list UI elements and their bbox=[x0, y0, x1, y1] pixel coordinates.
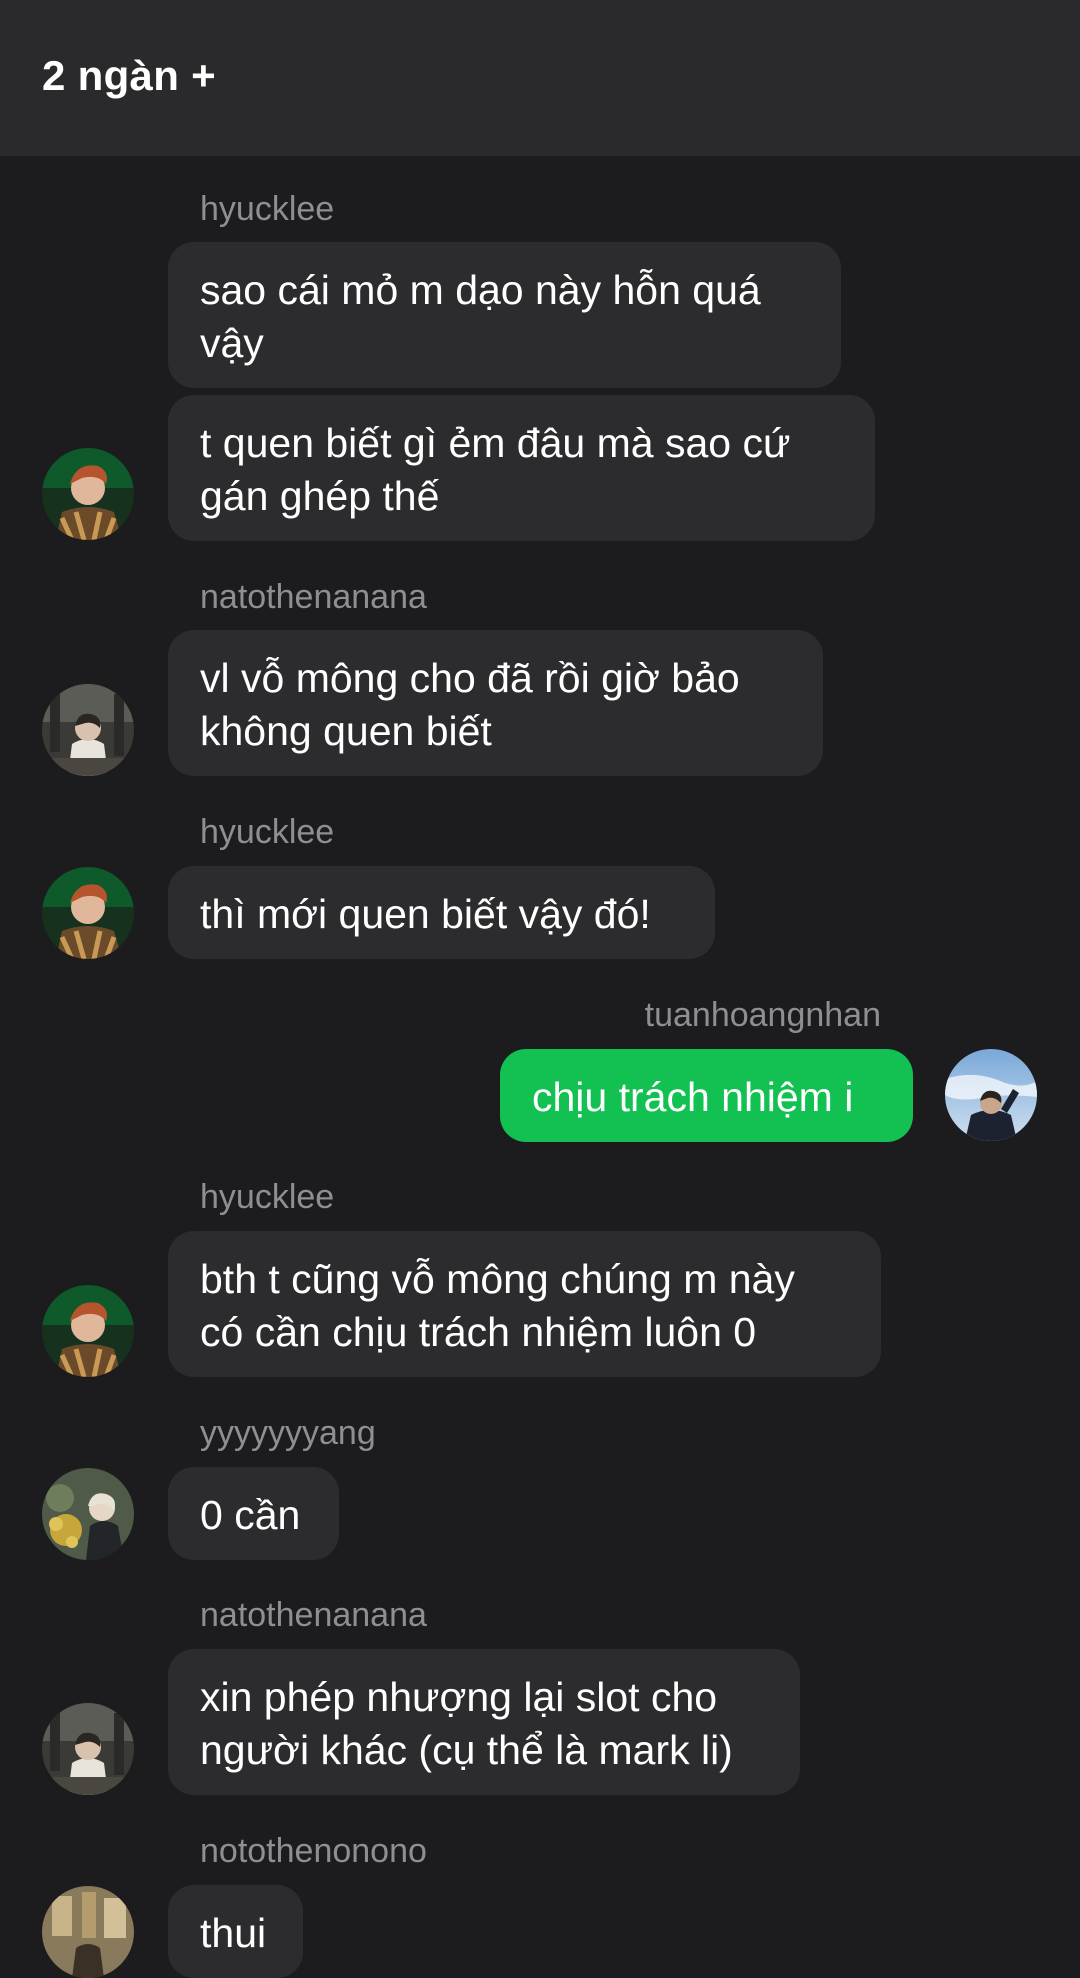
message-line: bth t cũng vỗ mông chúng m này bbox=[200, 1256, 795, 1302]
chat-header: 2 ngàn + bbox=[0, 0, 1080, 156]
message-line: vậy bbox=[200, 320, 264, 366]
message-line: xin phép nhượng lại slot cho bbox=[200, 1674, 718, 1720]
avatar-nototheno​nono[interactable] bbox=[42, 1886, 134, 1978]
avatar-yyyyyyyang[interactable] bbox=[42, 1468, 134, 1560]
message-line: sao cái mỏ m dạo này hỗn quá bbox=[200, 267, 761, 313]
message-line: chịu trách nhiệm i bbox=[532, 1074, 854, 1120]
avatar-hyucklee[interactable] bbox=[42, 1285, 134, 1377]
message-bubble[interactable]: vl vỗ mông cho đã rồi giờ bảo không quen… bbox=[168, 630, 823, 776]
message-bubble[interactable]: t quen biết gì ẻm đâu mà sao cứ gán ghép… bbox=[168, 395, 875, 541]
sender-name: natothenanana bbox=[200, 578, 427, 616]
avatar-hyucklee[interactable] bbox=[42, 867, 134, 959]
message-bubble[interactable]: thì mới quen biết vậy đó! bbox=[168, 866, 715, 959]
message-line: thui bbox=[200, 1910, 267, 1956]
sender-name: yyyyyyyang bbox=[200, 1414, 376, 1452]
message-line: có cần chịu trách nhiệm luôn 0 bbox=[200, 1309, 757, 1355]
message-line: vl vỗ mông cho đã rồi giờ bảo bbox=[200, 655, 740, 701]
message-line: gán ghép thế bbox=[200, 473, 440, 519]
avatar-natothenanana[interactable] bbox=[42, 684, 134, 776]
message-line: t quen biết gì ẻm đâu mà sao cứ bbox=[200, 420, 791, 466]
message-bubble[interactable]: sao cái mỏ m dạo này hỗn quá vậy bbox=[168, 242, 841, 388]
message-bubble[interactable]: 0 cần bbox=[168, 1467, 339, 1560]
message-line: người khác (cụ thể là mark li) bbox=[200, 1727, 733, 1773]
sender-name: natothenanana bbox=[200, 1596, 427, 1634]
chat-title[interactable]: 2 ngàn + bbox=[42, 52, 216, 100]
message-bubble-outgoing[interactable]: chịu trách nhiệm i bbox=[500, 1049, 913, 1142]
message-bubble[interactable]: xin phép nhượng lại slot cho người khác … bbox=[168, 1649, 800, 1795]
sender-name: hyucklee bbox=[200, 190, 335, 228]
message-bubble[interactable]: thui bbox=[168, 1885, 303, 1978]
sender-name: nototheno​nono bbox=[200, 1832, 427, 1870]
sender-name: hyucklee bbox=[200, 1178, 335, 1216]
avatar-tuanhoangnhan[interactable] bbox=[945, 1049, 1037, 1141]
message-line: không quen biết bbox=[200, 708, 492, 754]
message-line: thì mới quen biết vậy đó! bbox=[200, 891, 651, 937]
sender-name: tuanhoangnhan bbox=[644, 996, 881, 1034]
message-bubble[interactable]: bth t cũng vỗ mông chúng m này có cần ch… bbox=[168, 1231, 881, 1377]
message-line: 0 cần bbox=[200, 1492, 301, 1538]
avatar-natothenanana[interactable] bbox=[42, 1703, 134, 1795]
sender-name: hyucklee bbox=[200, 813, 335, 851]
avatar-hyucklee[interactable] bbox=[42, 448, 134, 540]
